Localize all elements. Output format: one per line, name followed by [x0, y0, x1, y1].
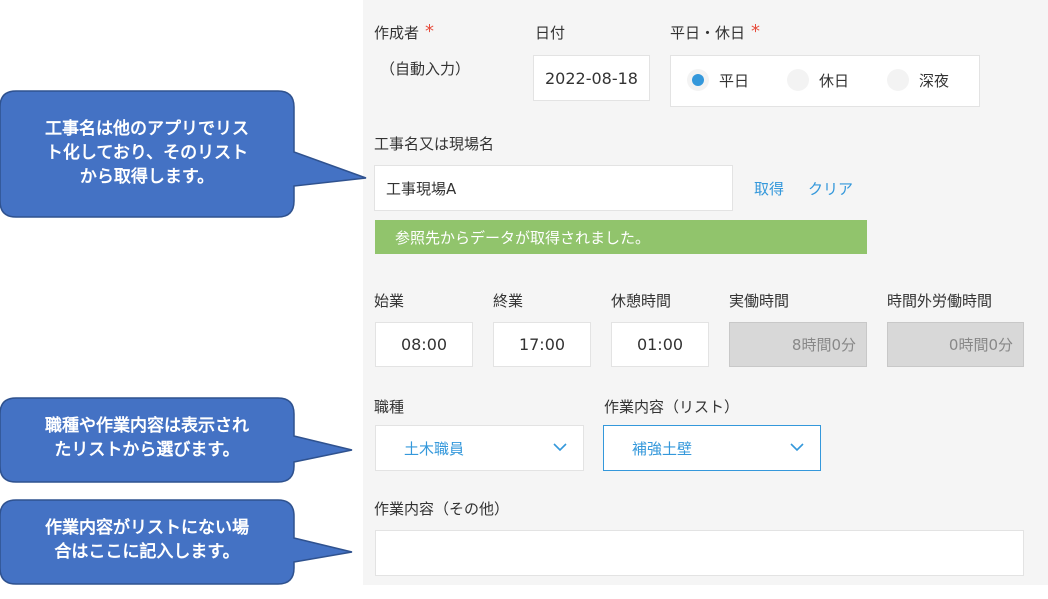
callout-line: 職種や作業内容は表示され	[45, 416, 249, 436]
callout-line: から取得します。	[79, 167, 215, 187]
callout-3-text: 作業内容がリストにない場 合はここに記入します。	[2, 516, 292, 564]
callout-line: 作業内容がリストにない場	[45, 518, 249, 538]
callout-line: 工事名は他のアプリでリス	[45, 119, 249, 139]
callout-2-text: 職種や作業内容は表示され たリストから選びます。	[2, 414, 292, 462]
callout-1-text: 工事名は他のアプリでリス ト化しており、そのリスト から取得します。	[2, 117, 292, 189]
callout-line: ト化しており、そのリスト	[45, 143, 249, 163]
callout-line: 合はここに記入します。	[54, 542, 240, 562]
callout-shapes	[0, 90, 367, 585]
callout-line: たリストから選びます。	[54, 440, 240, 460]
